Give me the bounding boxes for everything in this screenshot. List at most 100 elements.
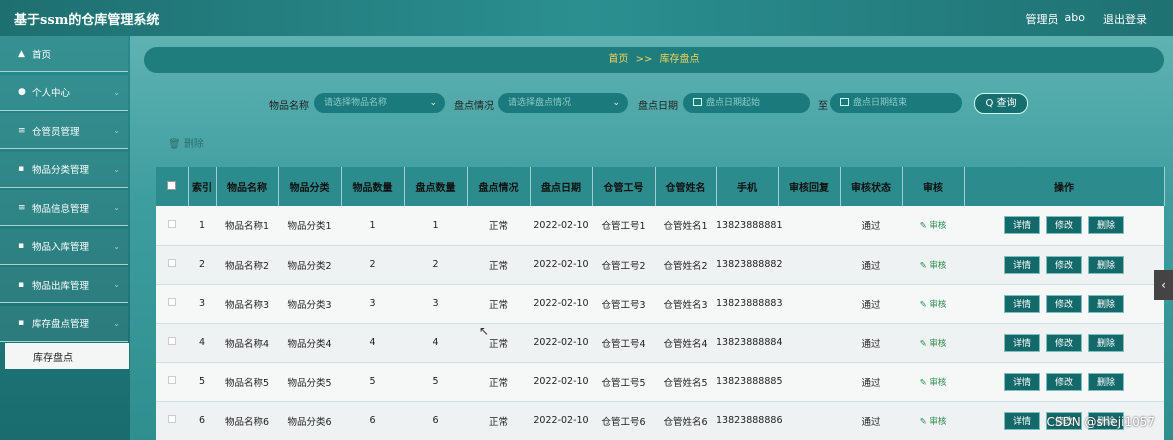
name-filter-select[interactable]: 请选择物品名称 ⌄ [314, 93, 445, 113]
row-checkbox[interactable] [168, 376, 176, 384]
collapse-panel-button[interactable]: ‹ [1154, 270, 1173, 300]
table-cell: 仓管工号2 [592, 245, 655, 285]
user-icon: ● [18, 87, 26, 97]
breadcrumb-home[interactable]: 首页 [608, 54, 628, 65]
sidebar-item[interactable]: ▪ 物品入库管理 ⌄ [0, 228, 128, 265]
date-range-to: 至 [818, 101, 828, 112]
status-filter-select[interactable]: 请选择盘点情况 ⌄ [498, 93, 628, 113]
sidebar-item[interactable]: ▪ 物品分类管理 ⌄ [0, 151, 128, 188]
sidebar-item[interactable]: ▪ 库存盘点管理 ⌄ [0, 305, 128, 342]
detail-button[interactable]: 详情 [1003, 372, 1040, 391]
row-checkbox[interactable] [168, 219, 176, 228]
table-cell: 物品名称2 [216, 245, 278, 285]
table-cell: 物品分类5 [278, 362, 341, 402]
date-end-input[interactable]: 盘点日期结束 [830, 93, 962, 113]
delete-button[interactable]: 删除 [1088, 216, 1125, 235]
grid-icon: ▪ [18, 241, 25, 251]
table-cell: 6 [341, 401, 404, 440]
bulk-delete-button[interactable]: 🗑 删除 [168, 135, 204, 150]
sidebar-item[interactable]: ● 个人中心 ⌄ [0, 74, 128, 111]
sidebar-item[interactable]: ≡ 仓管员管理 ⌄ [0, 113, 128, 149]
column-header: 审核回复 [778, 167, 841, 206]
checkbox[interactable] [167, 180, 177, 190]
audit-cell: ✎ 审核 [902, 206, 964, 246]
audit-link[interactable]: ✎ 审核 [920, 300, 947, 310]
table-cell: 通过 [840, 284, 902, 324]
row-checkbox-cell[interactable] [156, 206, 188, 246]
table-cell: 5 [404, 362, 467, 402]
audit-link[interactable]: ✎ 审核 [920, 261, 947, 271]
calendar-icon [840, 98, 849, 106]
sidebar-subitem-inventory-check[interactable]: 库存盘点 [5, 343, 129, 369]
table-cell: 物品名称3 [216, 284, 278, 324]
audit-link[interactable]: ✎ 审核 [920, 417, 947, 427]
sidebar-item[interactable]: ▲ 首页 [0, 36, 128, 72]
mouse-cursor-icon: ↖ [479, 324, 490, 338]
column-header: 盘点数量 [404, 167, 468, 206]
table-row: 5 物品名称5 物品分类5 5 5 正常 2022-02-10 仓管工号5 仓管姓名5 13823… [156, 362, 1164, 402]
edit-button[interactable]: 修改 [1045, 333, 1082, 352]
row-checkbox[interactable] [168, 415, 176, 423]
edit-button[interactable]: 修改 [1045, 372, 1082, 391]
table-cell: 物品名称6 [216, 401, 278, 440]
date-start-input[interactable]: 盘点日期起始 [683, 93, 810, 113]
delete-button[interactable]: 删除 [1088, 294, 1125, 313]
column-header: 索引 [188, 167, 217, 206]
audit-link[interactable]: ✎ 审核 [920, 339, 947, 349]
chevron-down-icon: ⌄ [429, 98, 437, 108]
edit-button[interactable]: 修改 [1045, 294, 1082, 313]
sidebar-item[interactable]: ▪ 物品出库管理 ⌄ [0, 267, 128, 303]
table-cell [778, 245, 840, 285]
delete-button[interactable]: 删除 [1088, 255, 1125, 274]
chevron-left-icon: ‹ [1161, 278, 1166, 292]
table-cell: 物品分类4 [278, 323, 341, 363]
logout-link[interactable]: 退出登录 [1103, 11, 1147, 27]
table-cell [778, 323, 840, 363]
row-checkbox-cell[interactable] [156, 362, 188, 402]
bulk-delete-label: 删除 [183, 139, 204, 150]
edit-button[interactable]: 修改 [1045, 216, 1082, 235]
select-all-checkbox[interactable] [156, 167, 189, 206]
chevron-down-icon: ⌄ [113, 126, 120, 135]
chevron-down-icon: ⌄ [113, 164, 120, 174]
table-cell: 仓管姓名2 [655, 245, 716, 285]
chevron-down-icon: ⌄ [113, 203, 120, 212]
table-row: 3 物品名称3 物品分类3 3 3 正常 2022-02-10 仓管工号3 仓管姓名3 13823… [156, 284, 1164, 324]
edit-icon: ✎ [919, 260, 927, 271]
table-cell: 2022-02-10 [530, 284, 592, 324]
table-cell: 通过 [840, 362, 902, 402]
table-cell: 物品名称5 [216, 362, 278, 402]
table-cell: 2022-02-10 [530, 245, 592, 285]
audit-link[interactable]: ✎ 审核 [920, 221, 947, 231]
row-checkbox[interactable] [168, 337, 176, 345]
user-area: 管理员 abo 退出登录 [1026, 11, 1147, 27]
detail-button[interactable]: 详情 [1003, 294, 1040, 313]
row-checkbox-cell[interactable] [156, 323, 188, 363]
delete-button[interactable]: 删除 [1088, 333, 1125, 352]
row-checkbox[interactable] [168, 259, 176, 267]
row-checkbox-cell[interactable] [156, 284, 188, 324]
table-cell: 物品分类3 [278, 284, 341, 324]
sidebar-item-label: 物品出库管理 [32, 280, 90, 292]
detail-button[interactable]: 详情 [1003, 216, 1040, 235]
audit-link[interactable]: ✎ 审核 [920, 378, 947, 388]
table-cell: 3 [188, 284, 216, 324]
sidebar-item[interactable]: ≡ 物品信息管理 ⌄ [0, 190, 128, 226]
table-cell: 2022-02-10 [530, 362, 592, 402]
column-header: 仓管工号 [592, 167, 656, 206]
actions-cell: 详情 修改 删除 [964, 206, 1164, 246]
row-checkbox[interactable] [168, 298, 176, 306]
detail-button[interactable]: 详情 [1003, 333, 1040, 352]
table-cell: 13823888885 [716, 362, 783, 402]
chevron-down-icon: ⌄ [113, 318, 120, 328]
status-filter-placeholder: 请选择盘点情况 [508, 98, 572, 108]
column-header: 手机 [716, 167, 779, 206]
table-cell: 仓管姓名4 [655, 323, 716, 363]
detail-button[interactable]: 详情 [1003, 411, 1040, 430]
detail-button[interactable]: 详情 [1003, 255, 1040, 274]
search-button[interactable]: Q 查询 [974, 93, 1028, 114]
delete-button[interactable]: 删除 [1088, 372, 1125, 391]
row-checkbox-cell[interactable] [156, 245, 188, 285]
row-checkbox-cell[interactable] [156, 401, 188, 440]
edit-button[interactable]: 修改 [1045, 255, 1082, 274]
